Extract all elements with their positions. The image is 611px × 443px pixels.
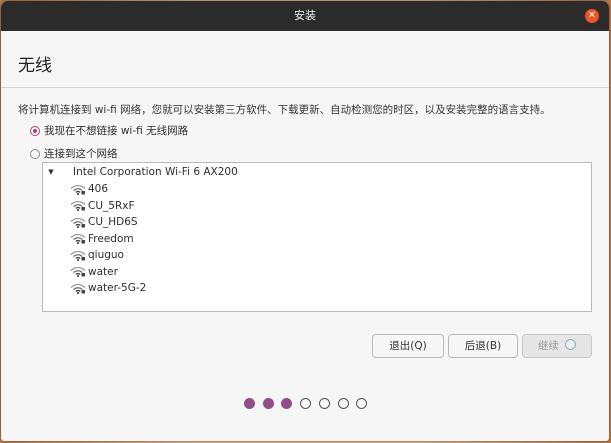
wifi-secure-icon (70, 184, 88, 195)
adapter-row[interactable]: ▼ Intel Corporation Wi-Fi 6 AX200 (46, 164, 238, 180)
progress-dot-complete (281, 398, 293, 409)
page-description: 将计算机连接到 wi-fi 网络，您就可以安装第三方软件、下载更新、自动检测您的… (18, 104, 551, 116)
network-item[interactable]: water (70, 264, 118, 280)
network-item[interactable]: qiuguo (70, 247, 124, 263)
network-list: ▼ Intel Corporation Wi-Fi 6 AX200 406 CU_… (42, 162, 592, 312)
network-name: 406 (88, 183, 109, 195)
divider (1, 87, 609, 88)
progress-dot-complete (262, 398, 274, 409)
continue-label: 继续 (537, 340, 559, 352)
option-no-wifi-label: 我现在不想链接 wi-fi 无线网路 (44, 125, 189, 137)
network-item[interactable]: Freedom (70, 231, 134, 247)
progress-dot-complete (244, 398, 255, 409)
network-name: Freedom (88, 232, 134, 245)
progress-dot-pending (318, 398, 330, 409)
wifi-secure-icon (70, 217, 88, 228)
network-item[interactable]: water-5G-2 (70, 280, 146, 296)
quit-button[interactable]: 退出(Q) (372, 334, 444, 358)
installer-window: 安装 ✕ 无线 将计算机连接到 wi-fi 网络，您就可以安装第三方软件、下载更… (1, 1, 609, 441)
network-item[interactable]: CU_HD6S (70, 214, 138, 230)
wifi-secure-icon (70, 250, 88, 261)
continue-button[interactable]: 继续 (522, 334, 592, 358)
progress-dot-pending (356, 398, 368, 409)
option-connect-network[interactable]: 连接到这个网络 (30, 146, 118, 161)
wifi-secure-icon (70, 233, 88, 244)
page-title: 无线 (18, 56, 52, 76)
window-title: 安装 (294, 9, 316, 22)
radio-connect-network[interactable] (30, 148, 40, 159)
radio-no-wifi[interactable] (30, 125, 40, 136)
close-button[interactable]: ✕ (585, 9, 599, 23)
option-connect-label: 连接到这个网络 (44, 148, 118, 160)
title-bar: 安装 ✕ (1, 1, 609, 31)
progress-dot-pending (300, 398, 312, 409)
adapter-name: Intel Corporation Wi-Fi 6 AX200 (73, 166, 238, 178)
network-item[interactable]: CU_5RxF (70, 198, 135, 214)
progress-dot-pending (337, 398, 349, 409)
network-name: qiuguo (88, 249, 124, 261)
wifi-secure-icon (70, 266, 88, 277)
network-name: CU_HD6S (88, 216, 138, 228)
busy-spinner-icon (565, 339, 577, 350)
network-name: CU_5RxF (88, 199, 135, 212)
network-name: water-5G-2 (88, 282, 147, 294)
network-item[interactable]: 406 (70, 181, 108, 197)
wifi-secure-icon (70, 200, 88, 211)
network-name: water (88, 265, 118, 278)
option-no-wifi[interactable]: 我现在不想链接 wi-fi 无线网路 (30, 123, 188, 138)
close-icon: ✕ (587, 10, 597, 21)
back-button[interactable]: 后退(B) (448, 334, 518, 358)
expander-down-icon[interactable]: ▼ (46, 168, 56, 176)
wifi-secure-icon (70, 283, 88, 294)
